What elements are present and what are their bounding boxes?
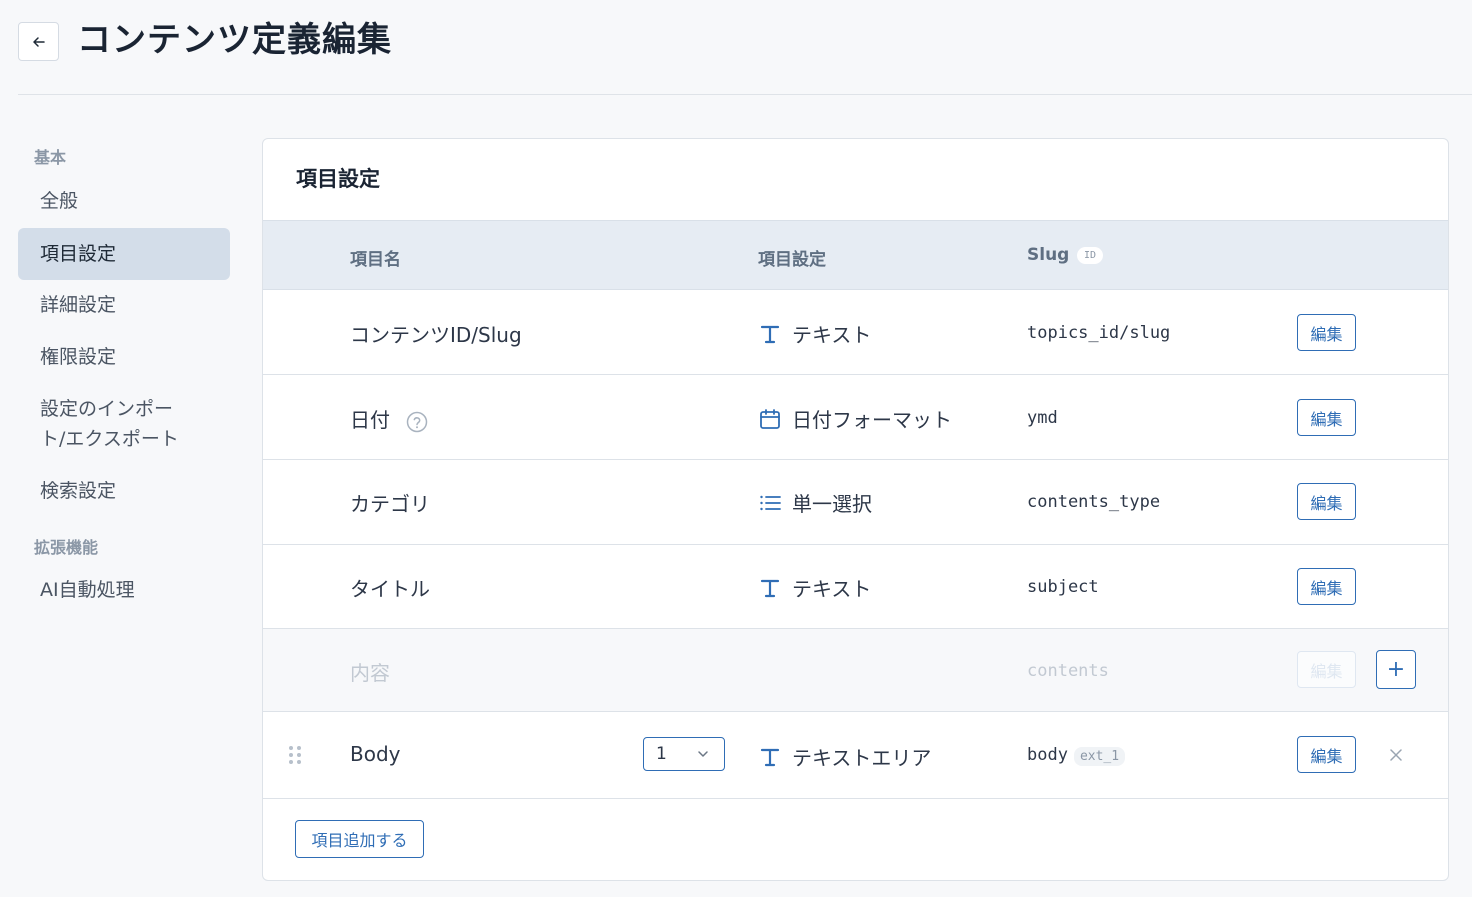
count-select[interactable]: 1 [643,737,725,771]
field-type-label: テキスト [792,323,872,347]
sidebar-item-field-settings[interactable]: 項目設定 [18,228,230,280]
text-type-icon [758,576,782,600]
text-type-icon [758,322,782,346]
field-settings-card: 項目設定 項目名 項目設定 Slug ID コンテンツID/Slug テキスト … [262,138,1449,881]
add-field-plus-button[interactable]: + [1376,650,1416,689]
table-row: タイトル テキスト subject 編集 [263,545,1448,629]
help-circle-icon[interactable] [406,411,428,433]
add-field-button[interactable]: 項目追加する [295,820,424,858]
edit-button[interactable]: 編集 [1297,399,1356,436]
arrow-left-icon [32,36,45,47]
drag-handle-icon[interactable] [287,744,303,766]
back-button[interactable] [18,22,59,61]
column-header-name: 項目名 [350,250,401,270]
field-type-label: 単一選択 [792,492,872,516]
field-slug: ymd [1027,408,1058,428]
sidebar-item-ai-processing[interactable]: AI自動処理 [18,575,230,605]
table-row: Body 1 テキストエリア body ext_1 編集 [263,712,1448,799]
field-name: コンテンツID/Slug [350,323,522,347]
field-slug: subject [1027,577,1099,597]
chevron-down-icon [698,751,708,757]
sidebar-item-search-settings[interactable]: 検索設定 [18,476,230,506]
sidebar-item-import-export-line1: 設定のインポー [40,398,174,420]
ext-badge: ext_1 [1073,747,1126,766]
table-row: カテゴリ 単一選択 contents_type 編集 [263,460,1448,545]
page-title: コンテンツ定義編集 [77,20,392,60]
edit-button-disabled: 編集 [1297,651,1356,688]
field-type: 単一選択 [758,488,872,517]
sidebar-heading-extensions: 拡張機能 [34,538,99,557]
column-header-setting: 項目設定 [758,250,826,270]
sidebar-item-import-export-line2: ト/エクスポート [40,428,179,450]
field-slug: topics_id/slug [1027,323,1171,343]
edit-button[interactable]: 編集 [1297,314,1356,351]
field-name-cell: 日付 [350,404,428,433]
edit-button[interactable]: 編集 [1297,736,1356,773]
field-name: タイトル [350,577,430,601]
field-type: テキスト [758,573,871,602]
sidebar-item-general[interactable]: 全般 [18,186,230,216]
table-row-disabled: 内容 contents 編集 + [263,629,1448,712]
field-slug: contents [1027,661,1109,681]
field-type: テキストエリア [758,742,931,771]
calendar-icon [758,407,782,431]
table-header: 項目名 項目設定 Slug ID [263,220,1448,290]
count-select-value: 1 [656,744,667,764]
header-divider [18,94,1472,95]
id-badge: ID [1077,247,1104,264]
table-row: 日付 日付フォーマット ymd 編集 [263,375,1448,460]
edit-button[interactable]: 編集 [1297,483,1356,520]
field-type-label: 日付フォーマット [792,408,952,432]
sidebar-item-permission-settings[interactable]: 権限設定 [18,342,230,372]
field-type: テキスト [758,319,871,348]
page-header: コンテンツ定義編集 [0,0,1472,95]
field-name: Body [350,742,401,766]
close-icon[interactable] [1386,745,1406,765]
field-slug-cell: body ext_1 [1027,745,1126,766]
list-icon [758,491,782,515]
edit-button[interactable]: 編集 [1297,568,1356,605]
field-name: 日付 [350,408,390,432]
field-name: カテゴリ [350,492,430,516]
sidebar-item-import-export[interactable]: 設定のインポー ト/エクスポート [18,394,230,454]
column-header-slug: Slug [1027,245,1070,265]
card-title: 項目設定 [296,167,380,191]
field-name: 内容 [350,661,390,685]
text-type-icon [758,745,782,769]
field-slug: body [1027,745,1068,765]
field-type-label: テキストエリア [792,746,932,770]
table-row: コンテンツID/Slug テキスト topics_id/slug 編集 [263,290,1448,375]
field-slug: contents_type [1027,492,1161,512]
sidebar-item-detail-settings[interactable]: 詳細設定 [18,290,230,320]
field-type: 日付フォーマット [758,404,952,433]
sidebar-heading-basic: 基本 [34,148,67,167]
field-type-label: テキスト [792,577,872,601]
